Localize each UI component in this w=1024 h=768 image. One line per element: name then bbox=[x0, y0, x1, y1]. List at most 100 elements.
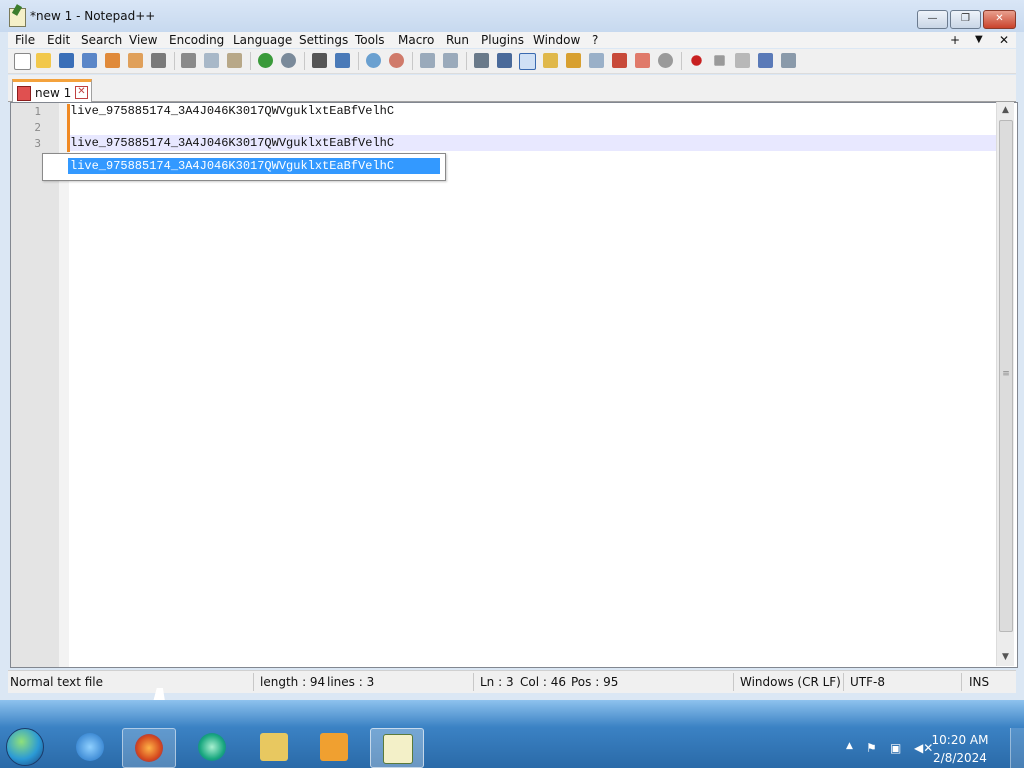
action-center-flag-icon[interactable]: ⚑ bbox=[866, 741, 877, 755]
sync-horizontal-icon[interactable] bbox=[443, 53, 458, 68]
editor-line[interactable]: live_975885174_3A4J046K3017QWVguklxtEaBf… bbox=[70, 136, 394, 150]
status-encoding[interactable]: UTF-8 bbox=[850, 675, 885, 689]
folder-workspace-icon[interactable] bbox=[635, 53, 650, 68]
taskbar-notepadpp[interactable] bbox=[370, 728, 424, 768]
maximize-button[interactable]: ❐ bbox=[950, 10, 981, 29]
menu-window[interactable]: Window bbox=[533, 32, 580, 48]
paste-icon[interactable] bbox=[227, 53, 242, 68]
clock-date[interactable]: 2/8/2024 bbox=[930, 751, 990, 765]
notepad-window: *new 1 - Notepad++ — ❐ ✕ File Edit Searc… bbox=[0, 0, 1024, 700]
fold-margin bbox=[59, 103, 69, 667]
line-number: 2 bbox=[34, 121, 41, 134]
show-hidden-icons-icon[interactable]: ▲ bbox=[846, 741, 853, 751]
menu-help[interactable]: ? bbox=[592, 32, 598, 48]
media-player-icon bbox=[320, 733, 348, 761]
line-number: 3 bbox=[34, 137, 41, 150]
menu-macro[interactable]: Macro bbox=[398, 32, 434, 48]
menu-file[interactable]: File bbox=[15, 32, 35, 48]
replace-icon[interactable] bbox=[335, 53, 350, 68]
stop-macro-icon[interactable] bbox=[714, 55, 725, 66]
status-filetype: Normal text file bbox=[10, 675, 104, 689]
menu-run[interactable]: Run bbox=[446, 32, 469, 48]
tab-new-1[interactable]: new 1 ✕ bbox=[12, 79, 92, 104]
tab-list-dropdown-icon[interactable]: ▼ bbox=[975, 32, 983, 48]
taskbar-explorer[interactable] bbox=[248, 728, 300, 766]
save-icon[interactable] bbox=[59, 53, 74, 68]
status-col: Col : 46 bbox=[520, 675, 566, 689]
edge-icon bbox=[198, 733, 226, 761]
tab-label: new 1 bbox=[35, 86, 72, 100]
vertical-scrollbar[interactable]: ▲ ≡ ▼ bbox=[996, 102, 1014, 666]
print-icon[interactable] bbox=[151, 53, 166, 68]
copy-icon[interactable] bbox=[204, 53, 219, 68]
find-icon[interactable] bbox=[312, 53, 327, 68]
scroll-up-icon[interactable]: ▲ bbox=[997, 102, 1014, 119]
scroll-down-icon[interactable]: ▼ bbox=[997, 649, 1014, 666]
zoom-in-icon[interactable] bbox=[366, 53, 381, 68]
scroll-thumb[interactable]: ≡ bbox=[999, 120, 1013, 632]
editor-line[interactable]: live_975885174_3A4J046K3017QWVguklxtEaBf… bbox=[70, 104, 394, 118]
tab-close-icon[interactable]: ✕ bbox=[75, 86, 88, 99]
taskbar-firefox[interactable] bbox=[122, 728, 176, 768]
menu-view[interactable]: View bbox=[129, 32, 157, 48]
menu-bar: File Edit Search View Encoding Language … bbox=[8, 32, 1016, 48]
cut-icon[interactable] bbox=[181, 53, 196, 68]
line-number-margin bbox=[11, 103, 59, 667]
redo-icon[interactable] bbox=[281, 53, 296, 68]
status-eol[interactable]: Windows (CR LF) bbox=[740, 675, 841, 689]
toolbar bbox=[8, 49, 1016, 74]
show-all-chars-icon[interactable] bbox=[497, 53, 512, 68]
title-bar[interactable]: *new 1 - Notepad++ — ❐ ✕ bbox=[0, 0, 1024, 32]
menu-language[interactable]: Language bbox=[233, 32, 292, 48]
run-macro-multiple-icon[interactable] bbox=[758, 53, 773, 68]
clock-time[interactable]: 10:20 AM bbox=[930, 733, 990, 747]
document-list-icon[interactable] bbox=[589, 53, 604, 68]
sync-vertical-icon[interactable] bbox=[420, 53, 435, 68]
menu-plugins[interactable]: Plugins bbox=[481, 32, 524, 48]
record-macro-icon[interactable] bbox=[691, 55, 702, 66]
menu-search[interactable]: Search bbox=[81, 32, 122, 48]
notepadpp-icon bbox=[383, 734, 413, 764]
taskbar-media-player[interactable] bbox=[308, 728, 360, 766]
save-macro-icon[interactable] bbox=[781, 53, 796, 68]
user-language-icon[interactable] bbox=[543, 53, 558, 68]
close-button[interactable]: ✕ bbox=[983, 10, 1016, 29]
close-document-icon[interactable]: ✕ bbox=[999, 32, 1009, 48]
change-marker bbox=[67, 120, 70, 136]
monitoring-icon[interactable] bbox=[658, 53, 673, 68]
document-map-icon[interactable] bbox=[566, 53, 581, 68]
taskbar-edge[interactable] bbox=[186, 728, 238, 766]
open-file-icon[interactable] bbox=[36, 53, 51, 68]
text-editor[interactable]: 1 live_975885174_3A4J046K3017QWVguklxtEa… bbox=[10, 102, 1018, 668]
taskbar-ie[interactable] bbox=[64, 728, 116, 766]
status-length: length : 94 bbox=[260, 675, 326, 689]
zoom-out-icon[interactable] bbox=[389, 53, 404, 68]
save-all-icon[interactable] bbox=[82, 53, 97, 68]
new-tab-plus-icon[interactable]: + bbox=[950, 32, 960, 48]
play-macro-icon[interactable] bbox=[735, 53, 750, 68]
new-file-icon[interactable] bbox=[14, 53, 31, 70]
word-wrap-icon[interactable] bbox=[474, 53, 489, 68]
window-title: *new 1 - Notepad++ bbox=[30, 9, 156, 23]
close-all-icon[interactable] bbox=[128, 53, 143, 68]
show-desktop-button[interactable] bbox=[1010, 728, 1024, 768]
status-lines: lines : 3 bbox=[327, 675, 375, 689]
undo-icon[interactable] bbox=[258, 53, 273, 68]
menu-edit[interactable]: Edit bbox=[47, 32, 70, 48]
autocomplete-item[interactable]: live_975885174_3A4J046K3017QWVguklxtEaBf… bbox=[68, 158, 440, 174]
folder-icon bbox=[260, 733, 288, 761]
indent-guide-icon[interactable] bbox=[519, 53, 536, 70]
autocomplete-popup: live_975885174_3A4J046K3017QWVguklxtEaBf… bbox=[42, 153, 446, 181]
menu-tools[interactable]: Tools bbox=[355, 32, 385, 48]
notepad-app-icon[interactable] bbox=[9, 8, 26, 27]
close-icon[interactable] bbox=[105, 53, 120, 68]
minimize-button[interactable]: — bbox=[917, 10, 948, 29]
status-line: Ln : 3 bbox=[480, 675, 514, 689]
status-insert-mode[interactable]: INS bbox=[969, 675, 989, 689]
network-icon[interactable]: ▣ bbox=[890, 741, 901, 755]
line-number: 1 bbox=[34, 105, 41, 118]
menu-encoding[interactable]: Encoding bbox=[169, 32, 224, 48]
function-list-icon[interactable] bbox=[612, 53, 627, 68]
start-button-icon[interactable] bbox=[6, 728, 44, 766]
menu-settings[interactable]: Settings bbox=[299, 32, 348, 48]
